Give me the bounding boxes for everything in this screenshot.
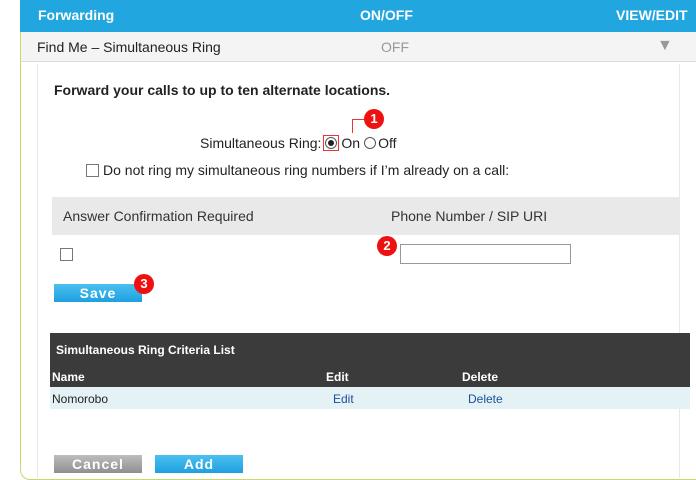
- dont-ring-label: Do not ring my simultaneous ring numbers…: [103, 162, 510, 178]
- dont-ring-checkbox[interactable]: [86, 163, 99, 177]
- phone-number-header: Phone Number / SIP URI: [391, 208, 548, 224]
- simultaneous-ring-control: Simultaneous Ring: On Off: [200, 135, 397, 151]
- phone-number-input[interactable]: [400, 244, 571, 264]
- answer-confirmation-header: Answer Confirmation Required: [63, 208, 254, 224]
- chevron-down-icon[interactable]: ▼: [657, 37, 673, 55]
- dont-ring-option: Do not ring my simultaneous ring numbers…: [86, 162, 509, 178]
- service-row[interactable]: Find Me – Simultaneous Ring OFF ▼: [21, 32, 696, 62]
- criteria-title: Simultaneous Ring Criteria List: [50, 333, 690, 365]
- cancel-button[interactable]: Cancel: [54, 455, 142, 473]
- add-button[interactable]: Add: [155, 455, 243, 473]
- step-badge-2: 2: [377, 236, 397, 256]
- step-badge-3: 3: [134, 274, 154, 294]
- criteria-delete-header: Delete: [462, 370, 499, 384]
- service-title: Find Me – Simultaneous Ring: [37, 39, 221, 55]
- service-status: OFF: [381, 39, 409, 55]
- criteria-name-header: Name: [52, 370, 85, 384]
- radio-on-label: On: [341, 135, 361, 151]
- locations-table-header: Answer Confirmation Required Phone Numbe…: [52, 197, 680, 235]
- criteria-edit-header: Edit: [326, 370, 349, 384]
- table-row: Nomorobo Edit Delete: [50, 387, 690, 409]
- header-viewedit: VIEW/EDIT: [616, 7, 688, 23]
- radio-off-label: Off: [378, 135, 397, 151]
- save-button[interactable]: Save: [54, 284, 142, 302]
- answer-confirmation-checkbox[interactable]: [60, 248, 73, 261]
- section-header: Forwarding ON/OFF VIEW/EDIT: [20, 0, 696, 32]
- edit-link[interactable]: Edit: [333, 392, 354, 406]
- header-forwarding: Forwarding: [38, 7, 115, 23]
- criteria-list: Simultaneous Ring Criteria List Name Edi…: [50, 333, 690, 418]
- radio-highlight: [323, 135, 340, 151]
- radio-on[interactable]: [325, 137, 338, 149]
- step-badge-1: 1: [364, 109, 384, 129]
- delete-link[interactable]: Delete: [468, 392, 503, 406]
- simultaneous-ring-label: Simultaneous Ring:: [200, 135, 322, 151]
- intro-text: Forward your calls to up to ten alternat…: [54, 82, 391, 98]
- criteria-name: Nomorobo: [52, 392, 109, 406]
- criteria-header-row: Name Edit Delete: [50, 365, 690, 387]
- radio-off[interactable]: [364, 137, 377, 149]
- header-onoff: ON/OFF: [360, 7, 413, 23]
- callout-line: [352, 119, 365, 133]
